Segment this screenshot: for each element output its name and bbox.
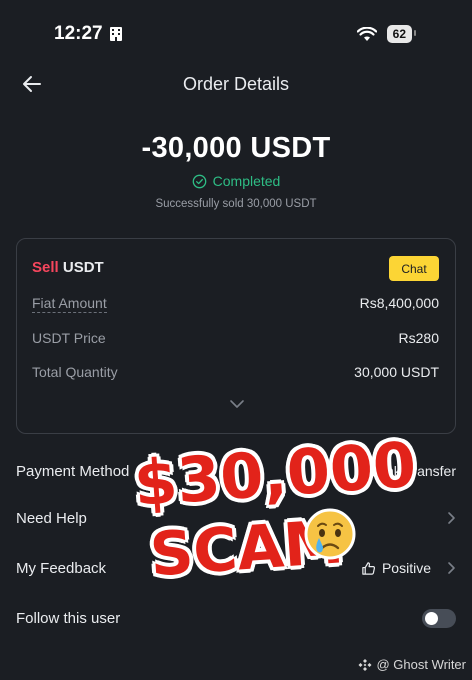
thumbs-up-icon <box>362 561 376 575</box>
watermark: @ Ghost Writer <box>358 657 466 672</box>
header: Order Details <box>0 64 472 104</box>
scam-overlay-amount: $30,000 <box>131 427 419 521</box>
diamond-logo-icon <box>358 658 372 671</box>
chevron-right-icon <box>448 512 455 524</box>
back-arrow-icon[interactable] <box>20 72 44 96</box>
order-card: Sell USDT Chat Fiat Amount Rs8,400,000 U… <box>16 238 456 434</box>
chat-button[interactable]: Chat <box>389 256 439 281</box>
total-quantity-label: Total Quantity <box>32 364 118 380</box>
order-side: Sell <box>32 259 59 276</box>
chevron-down-icon[interactable] <box>229 399 245 409</box>
order-asset: USDT <box>62 259 104 276</box>
feedback-value: Positive <box>381 560 431 576</box>
status-text: Completed <box>212 173 281 189</box>
chevron-right-icon <box>448 562 455 574</box>
clock-text: 12:27 <box>54 23 103 44</box>
building-icon <box>109 27 122 41</box>
order-amount: -30,000 USDT <box>141 132 331 164</box>
usdt-price-value: Rs280 <box>398 330 439 346</box>
usdt-price-row: USDT Price Rs280 <box>32 330 439 346</box>
battery-indicator: 62 <box>386 25 417 43</box>
page-title: Order Details <box>182 73 290 94</box>
usdt-price-label: USDT Price <box>32 330 106 346</box>
total-quantity-row: Total Quantity 30,000 USDT <box>32 364 439 380</box>
order-status: Completed <box>0 173 472 189</box>
status-bar: 12:27 62 <box>0 0 472 68</box>
feedback-value-group: Positive <box>361 560 456 576</box>
fiat-amount-value: Rs8,400,000 <box>359 295 439 311</box>
status-subtext: Successfully sold 30,000 USDT <box>155 198 317 210</box>
need-help-label: Need Help <box>16 509 87 527</box>
follow-user-label: Follow this user <box>16 609 121 627</box>
payment-method-label: Payment Method <box>16 462 130 480</box>
crying-face-icon <box>304 508 356 560</box>
fiat-amount-label[interactable]: Fiat Amount <box>32 295 107 313</box>
my-feedback-label: My Feedback <box>16 559 107 577</box>
wifi-icon <box>356 26 377 41</box>
watermark-text: @ Ghost Writer <box>376 657 466 672</box>
status-time: 12:27 <box>54 23 123 45</box>
follow-user-toggle[interactable] <box>422 608 456 628</box>
total-quantity-value: 30,000 USDT <box>354 364 439 380</box>
scam-overlay-word: SCAM <box>147 507 346 591</box>
check-circle-icon <box>192 174 206 188</box>
status-icons: 62 <box>356 25 417 43</box>
follow-user-row: Follow this user <box>16 603 456 633</box>
order-side-title: Sell USDT <box>32 259 104 276</box>
fiat-amount-row: Fiat Amount Rs8,400,000 <box>32 295 439 313</box>
